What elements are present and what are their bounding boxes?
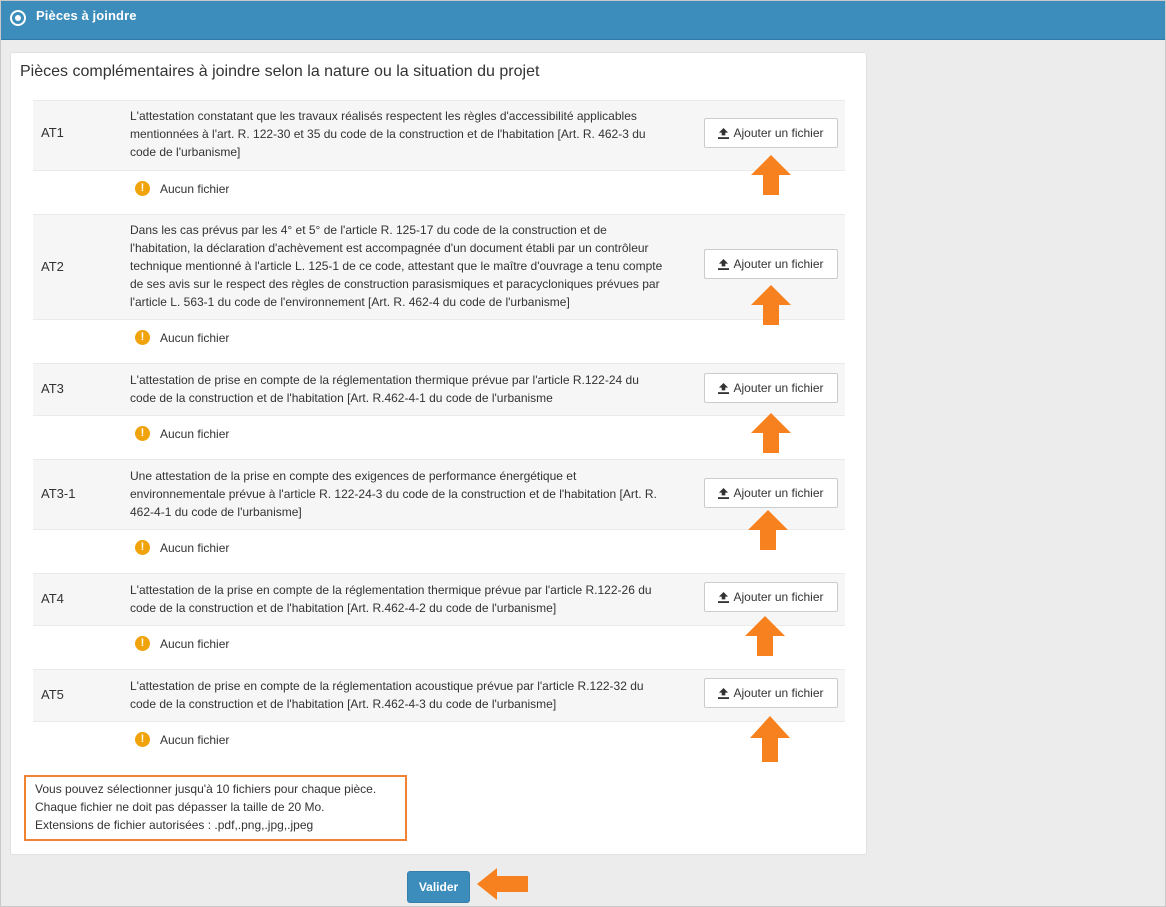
attachment-description: L'attestation de prise en compte de la r… [130,679,644,711]
upload-rules-info: Vous pouvez sélectionner jusqu'à 10 fich… [24,775,407,841]
attachment-code: AT3 [41,381,64,396]
attachment-code: AT3-1 [41,486,76,501]
add-file-button-at1[interactable]: Ajouter un fichier [704,118,838,148]
no-file-status-at3-1: ! Aucun fichier [135,540,229,555]
arrow-left-annotation [477,868,528,900]
attachment-description: Une attestation de la prise en compte de… [130,469,657,519]
arrow-up-annotation [751,155,791,195]
upload-icon [718,258,730,270]
upload-icon [718,382,730,394]
attachment-row-at2: AT2 Dans les cas prévus par les 4° et 5°… [33,214,845,320]
arrow-up-annotation [748,510,788,550]
add-file-button-at3-1[interactable]: Ajouter un fichier [704,478,838,508]
attachment-description: L'attestation de la prise en compte de l… [130,583,652,615]
attachment-description: L'attestation constatant que les travaux… [130,109,646,159]
upload-icon [718,127,730,139]
attachment-row-at1: AT1 L'attestation constatant que les tra… [33,100,845,171]
attachment-row-at3: AT3 L'attestation de prise en compte de … [33,363,845,416]
section-header: Pièces à joindre [1,1,1165,40]
section-title: Pièces à joindre [36,8,137,23]
radio-circle-icon [10,10,26,26]
no-file-status-at4: ! Aucun fichier [135,636,229,651]
add-file-button-at4[interactable]: Ajouter un fichier [704,582,838,612]
attachment-row-at5: AT5 L'attestation de prise en compte de … [33,669,845,722]
warning-circle-icon: ! [135,732,150,747]
attachment-code: AT5 [41,687,64,702]
add-file-button-at5[interactable]: Ajouter un fichier [704,678,838,708]
upload-icon [718,687,730,699]
attachment-description: Dans les cas prévus par les 4° et 5° de … [130,223,663,309]
arrow-up-annotation [745,616,785,656]
attachment-row-at4: AT4 L'attestation de la prise en compte … [33,573,845,626]
warning-circle-icon: ! [135,330,150,345]
warning-circle-icon: ! [135,540,150,555]
add-file-button-at2[interactable]: Ajouter un fichier [704,249,838,279]
attachment-code: AT1 [41,125,64,140]
no-file-status-at2: ! Aucun fichier [135,330,229,345]
upload-icon [718,591,730,603]
attachment-row-at3-1: AT3-1 Une attestation de la prise en com… [33,459,845,530]
attachment-description: L'attestation de prise en compte de la r… [130,373,639,405]
panel-title: Pièces complémentaires à joindre selon l… [20,63,540,80]
attachment-code: AT2 [41,259,64,274]
upload-icon [718,487,730,499]
warning-circle-icon: ! [135,181,150,196]
add-file-button-at3[interactable]: Ajouter un fichier [704,373,838,403]
no-file-status-at5: ! Aucun fichier [135,732,229,747]
submit-button[interactable]: Valider [407,871,470,903]
warning-circle-icon: ! [135,426,150,441]
warning-circle-icon: ! [135,636,150,651]
no-file-status-at3: ! Aucun fichier [135,426,229,441]
attachment-code: AT4 [41,591,64,606]
no-file-status-at1: ! Aucun fichier [135,181,229,196]
arrow-up-annotation [750,716,790,762]
arrow-up-annotation [751,285,791,325]
attachments-panel: Pièces complémentaires à joindre selon l… [10,52,867,855]
arrow-up-annotation [751,413,791,453]
